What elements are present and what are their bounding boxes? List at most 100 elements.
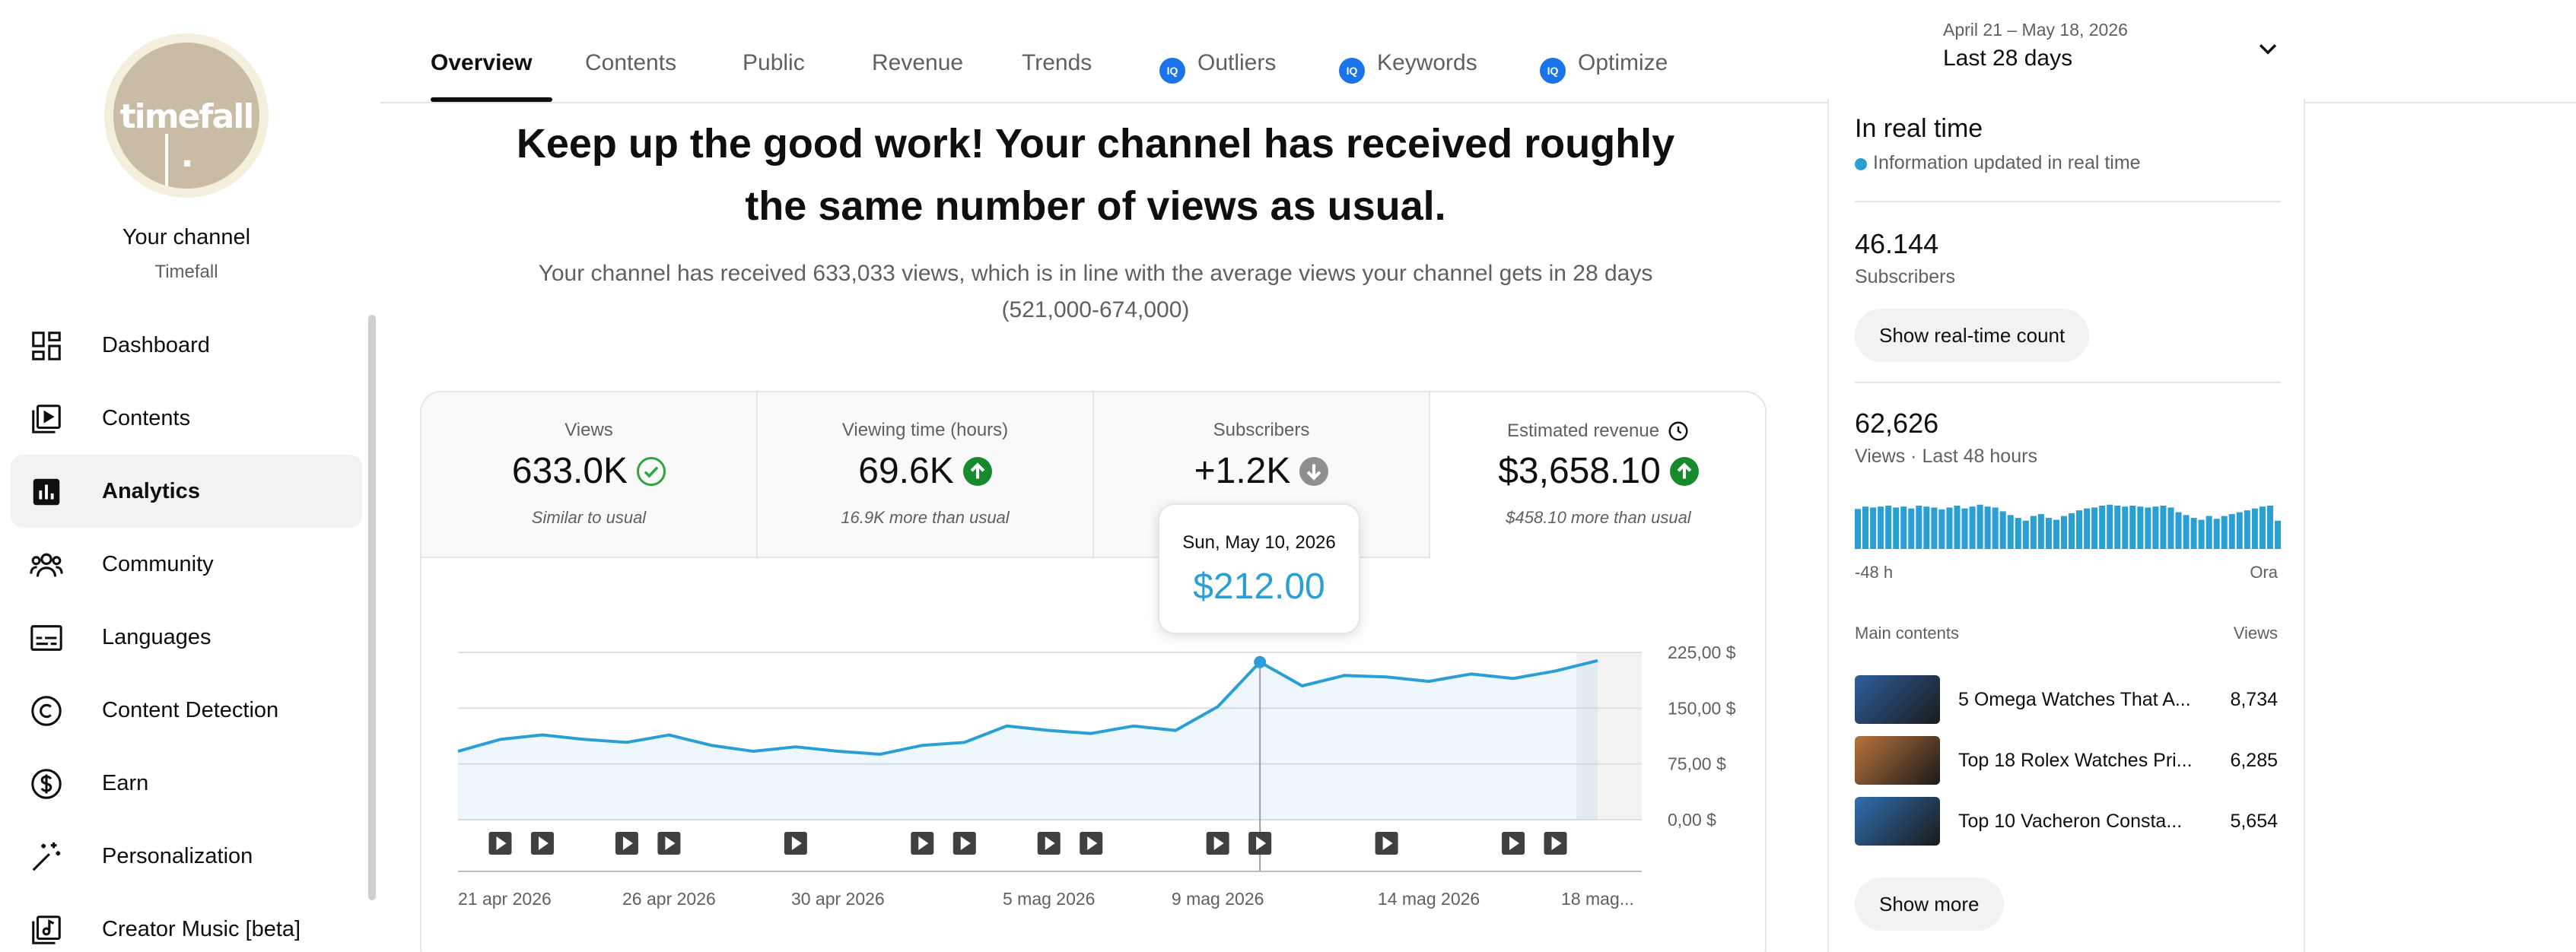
revenue-chart[interactable]: 225,00 $ 150,00 $ 75,00 $ 0,00 $ 21 apr 2026… [421,558,1767,952]
sidebar-item-label: Personalization [102,844,253,868]
views-48h-count: 62,626 [1855,408,1939,439]
realtime-bar [1984,506,1991,549]
avatar-logo-text: timefall . [119,97,255,175]
subscribers-count: 46.144 [1855,228,1939,259]
realtime-bar [2236,512,2243,549]
tab-overview[interactable]: Overview [431,50,532,76]
tab-trends[interactable]: Trends [1022,50,1092,76]
channel-title: Your channel [122,225,251,249]
realtime-bar [2107,504,2113,549]
realtime-panel: In real time Information updated in real… [1827,99,2305,952]
arrow-up-icon [962,457,992,486]
video-marker-icon[interactable] [530,832,554,855]
video-title: Top 10 Vacheron Consta... [1958,811,2183,832]
sidebar-item-dashboard[interactable]: Dashboard [11,309,362,382]
sidebar-item-languages[interactable]: Languages [11,601,362,674]
sidebar-item-label: Analytics [102,479,200,503]
show-more-button[interactable]: Show more [1855,877,2004,931]
tab-outliers[interactable]: IQ Outliers [1159,50,1276,84]
sidebar-item-community[interactable]: Community [11,528,362,601]
x-tick-label: 9 mag 2026 [1172,889,1264,909]
revenue-area [458,660,1598,820]
tab-optimize[interactable]: IQ Optimize [1540,50,1668,84]
tab-label: Keywords [1377,50,1477,75]
realtime-bar [2114,505,2121,549]
show-realtime-count-button[interactable]: Show real-time count [1855,309,2090,362]
video-marker-icon[interactable] [911,832,934,855]
x-tick-label: 26 apr 2026 [622,889,716,909]
insight-description: Your channel has received 633,033 views,… [538,261,1653,322]
subscribers-label: Subscribers [1855,266,1955,287]
video-marker-icon[interactable] [488,832,512,855]
iq-badge-icon: IQ [1540,58,1566,84]
realtime-bar [2251,508,2258,549]
metric-revenue[interactable]: Estimated revenue $3,658.10 $458.10 more… [1430,392,1765,558]
sidebar-item-earn[interactable]: Earn [11,747,362,820]
realtime-bar [2122,506,2129,549]
video-thumbnail [1855,736,1940,785]
x-tick-label: 18 mag... [1561,889,1634,909]
realtime-bar [2037,514,2044,549]
realtime-views-chart[interactable] [1855,502,2281,549]
arrow-up-icon [1669,457,1699,486]
tab-keywords[interactable]: IQ Keywords [1339,50,1477,84]
y-tick-label: 225,00 $ [1668,643,1736,662]
video-marker-icon[interactable] [1375,832,1398,855]
sidebar-item-personalization[interactable]: Personalization [11,820,362,893]
date-range[interactable]: April 21 – May 18, 2026 [1943,20,2128,40]
sidebar-item-analytics[interactable]: Analytics [11,455,362,528]
video-marker-icon[interactable] [1502,832,1525,855]
sidebar-item-creator-music[interactable]: Creator Music [beta] [11,893,362,952]
realtime-bar [2069,512,2075,549]
video-marker-icon[interactable] [784,832,807,855]
tab-revenue[interactable]: Revenue [872,50,963,76]
video-marker-icon[interactable] [1080,832,1103,855]
channel-avatar[interactable]: timefall . [104,33,269,198]
realtime-bar [2015,518,2021,549]
date-range-label[interactable]: Last 28 days [1943,46,2072,71]
metric-watch-time[interactable]: Viewing time (hours) 69.6K 16.9K more th… [758,392,1094,558]
video-marker-icon[interactable] [1544,832,1567,855]
chevron-down-icon[interactable] [2255,36,2281,62]
sidebar-item-label: Content Detection [102,698,279,722]
sidebar-item-content-detection[interactable]: Content Detection [11,674,362,747]
metric-views[interactable]: Views 633.0K Similar to usual [421,392,758,558]
realtime-bar [2007,515,2014,549]
analytics-tabs [380,0,2576,103]
y-tick-label: 150,00 $ [1668,698,1736,718]
metric-value: $3,658.10 [1430,450,1765,492]
realtime-bar [1931,507,1938,549]
tab-public[interactable]: Public [743,50,805,76]
sidebar-item-contents[interactable]: Contents [11,382,362,455]
sidebar-scrollbar[interactable] [368,315,376,900]
video-views: 8,734 [2230,689,2278,710]
realtime-bar [2274,520,2281,549]
realtime-bar [1870,507,1877,549]
realtime-bar [2160,505,2167,549]
highlight-point [1254,655,1267,668]
sidebar-item-label: Creator Music [beta] [102,917,301,941]
clock-icon [1668,421,1688,441]
video-marker-icon[interactable] [1248,832,1272,855]
x-tick-label: 30 apr 2026 [791,889,885,909]
metric-value: 633.0K [421,450,756,492]
tab-contents[interactable]: Contents [585,50,676,76]
realtime-bar [2084,508,2091,549]
x-tick-label: 14 mag 2026 [1378,889,1480,909]
video-marker-icon[interactable] [952,832,976,855]
realtime-bar [2145,507,2151,549]
realtime-bar [1885,505,1892,549]
video-marker-icon[interactable] [1206,832,1229,855]
dashboard-icon [32,332,61,360]
video-marker-icon[interactable] [1037,832,1061,855]
realtime-bar [1900,506,1907,549]
video-title: 5 Omega Watches That A... [1958,689,2191,710]
video-marker-icon[interactable] [657,832,681,855]
realtime-bar [1992,507,1999,549]
video-views: 6,285 [2230,750,2278,771]
video-marker-icon[interactable] [615,832,638,855]
contents-icon [32,405,61,433]
realtime-bar [1855,509,1862,549]
views-column-label: Views [2233,624,2278,643]
video-title: Top 18 Rolex Watches Pri... [1958,750,2193,771]
